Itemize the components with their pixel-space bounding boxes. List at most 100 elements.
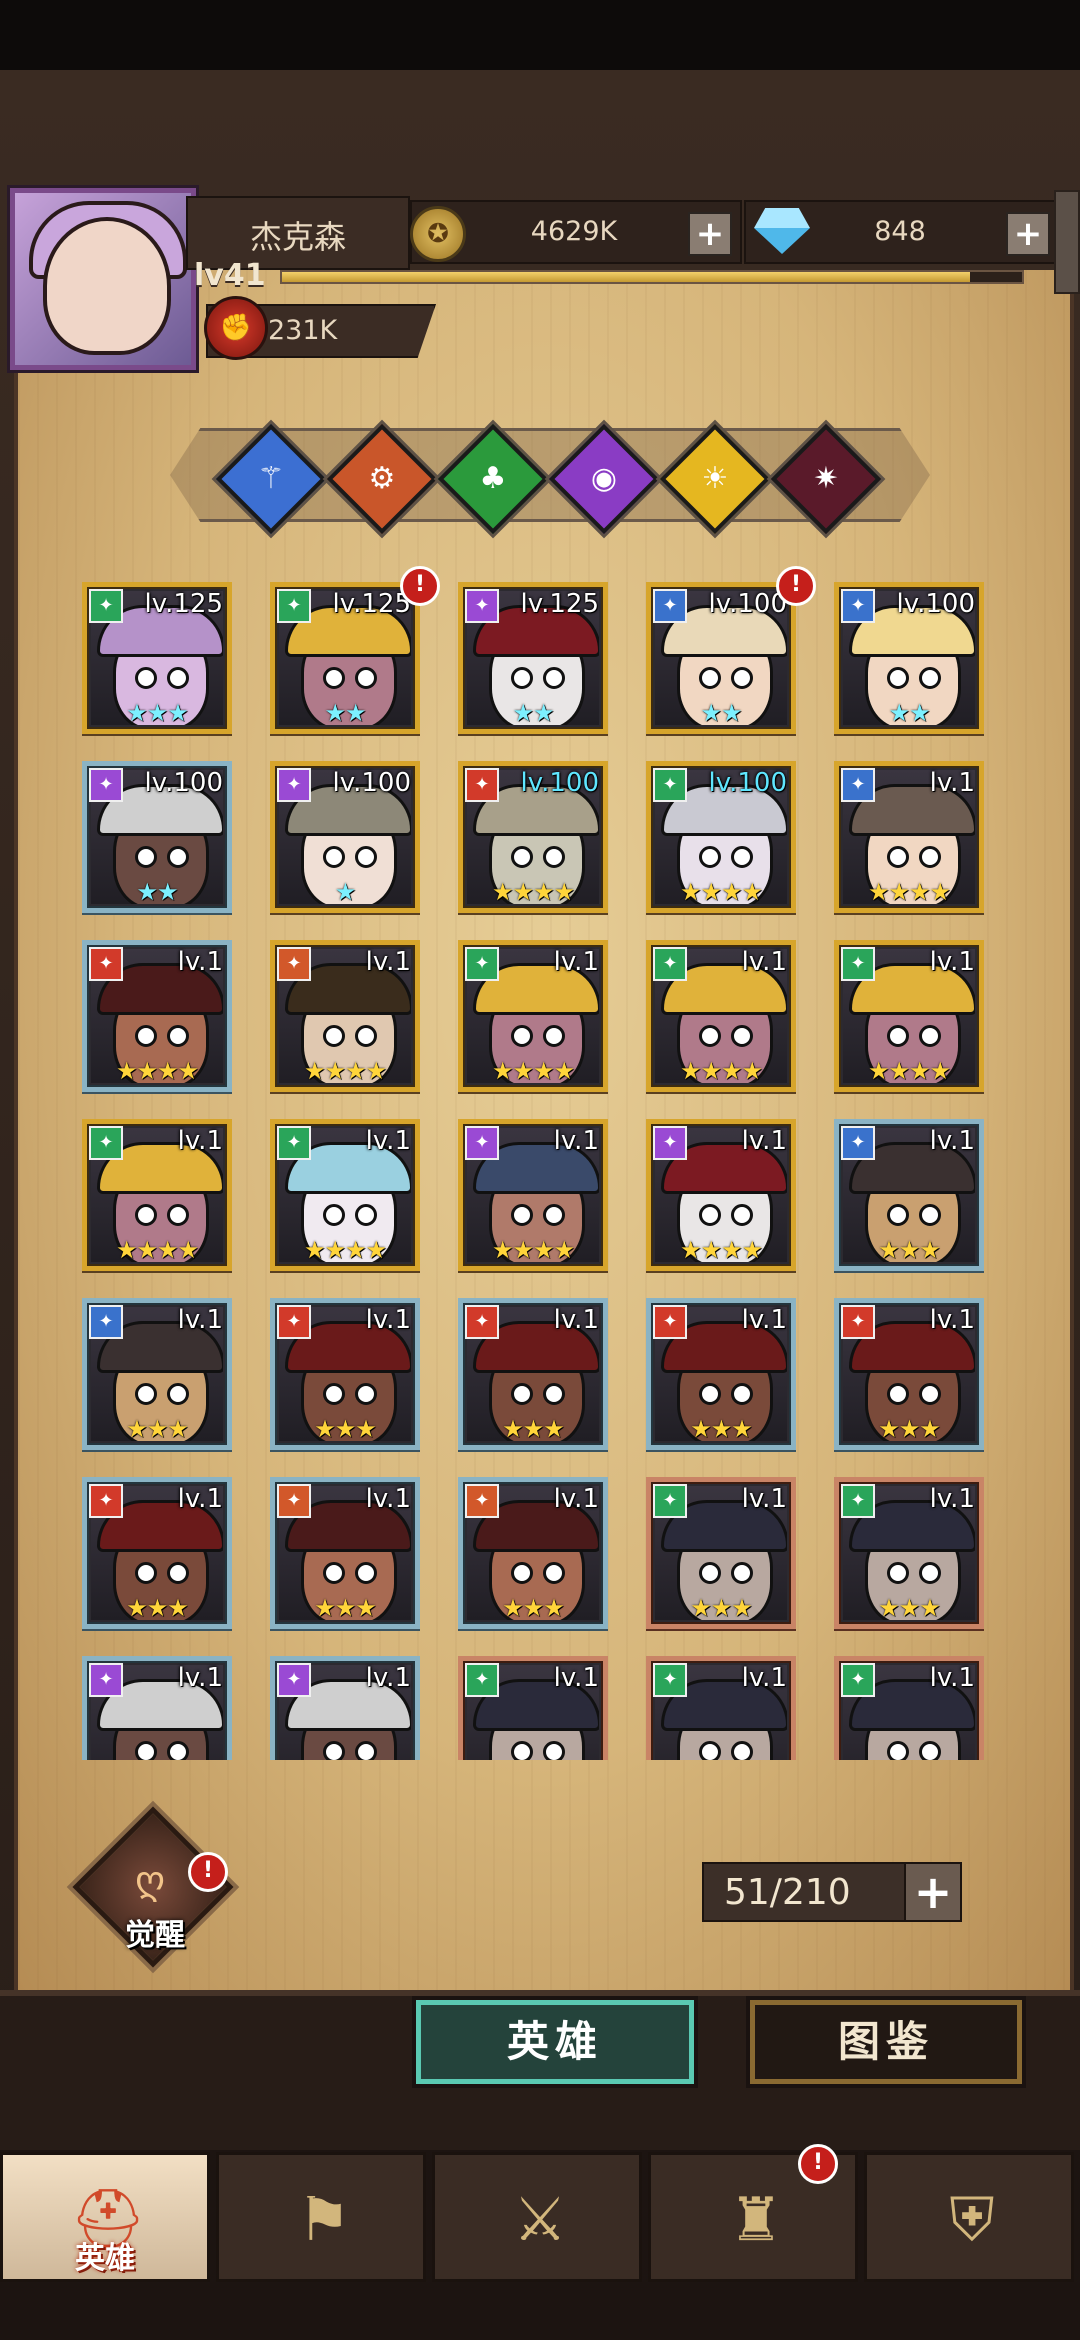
hero-stars: ★ [334, 878, 357, 906]
hero-class-icon: ✦ [841, 947, 875, 981]
hero-eye [511, 846, 533, 868]
tab-heroes[interactable]: 英雄 [416, 2000, 694, 2084]
hero-stars: ★★★★ [679, 1236, 763, 1264]
hero-card[interactable]: ✦ lv.1 ★★★ [270, 1477, 420, 1629]
add-gems-button[interactable]: + [1006, 212, 1050, 256]
hero-card[interactable]: ✦ lv.100 ★★ [834, 582, 984, 734]
hero-class-icon: ✦ [465, 1663, 499, 1697]
hero-card[interactable]: ✦ lv.1 [646, 1656, 796, 1760]
gold-coin-icon: ✪ [410, 206, 466, 262]
hero-level: lv.1 [177, 1484, 223, 1514]
hero-card[interactable]: ✦ lv.1 ★★★ [646, 1298, 796, 1450]
hero-level: lv.100 [520, 768, 599, 798]
hero-card[interactable]: ✦ lv.1 ★★★ [834, 1477, 984, 1629]
hero-class-icon: ✦ [841, 1126, 875, 1160]
hero-eye [699, 846, 721, 868]
nav-flag-wheel[interactable]: ⚑ [216, 2152, 426, 2282]
hero-class-icon: ✦ [465, 768, 499, 802]
hero-eye [887, 1741, 909, 1760]
hero-card[interactable]: ✦ lv.1 [82, 1656, 232, 1760]
tab-codex[interactable]: 图鉴 [750, 2000, 1022, 2084]
hero-stars: ★★ [888, 699, 930, 727]
hero-card[interactable]: ✦ lv.100 ★★ [646, 582, 796, 734]
hero-eye [543, 1741, 565, 1760]
hero-eye [543, 1383, 565, 1405]
hero-card[interactable]: ✦ lv.1 ★★★ [458, 1298, 608, 1450]
hero-card[interactable]: ✦ lv.1 ★★★ [834, 1119, 984, 1271]
hero-eye [135, 846, 157, 868]
hero-grid: ✦ lv.125 ★★★ ✦ lv.125 ★★ ✦ lv.125 ★★ ✦ lv.100 ★★ ✦ lv… [82, 582, 1002, 1760]
hero-card[interactable]: ✦ lv.1 [270, 1656, 420, 1760]
hero-card[interactable]: ✦ lv.1 ★★★ [646, 1477, 796, 1629]
hero-card[interactable]: ✦ lv.1 ★★★★ [646, 940, 796, 1092]
hero-eye [135, 1741, 157, 1760]
hero-eye [699, 1562, 721, 1584]
hero-card[interactable]: ✦ lv.1 ★★★★ [82, 1119, 232, 1271]
hero-card[interactable]: ✦ lv.1 ★★★★ [834, 761, 984, 913]
nav-alert-badge: ! [798, 2144, 838, 2184]
hero-class-icon: ✦ [465, 1484, 499, 1518]
hero-level: lv.1 [929, 1484, 975, 1514]
hero-card[interactable]: ✦ lv.1 ★★★★ [270, 940, 420, 1092]
hero-card[interactable]: ✦ lv.1 ★★★★ [458, 1119, 608, 1271]
hero-class-icon: ✦ [89, 589, 123, 623]
hero-class-icon: ✦ [841, 589, 875, 623]
hero-eye [543, 1204, 565, 1226]
hero-eye [919, 846, 941, 868]
add-gold-button[interactable]: + [688, 212, 732, 256]
hero-card[interactable]: ✦ lv.125 ★★ [458, 582, 608, 734]
hero-eye [887, 1383, 909, 1405]
hero-card[interactable]: ✦ lv.1 ★★★★ [270, 1119, 420, 1271]
hero-level: lv.1 [365, 1484, 411, 1514]
hero-card[interactable]: ✦ lv.1 ★★★ [458, 1477, 608, 1629]
hero-class-icon: ✦ [465, 947, 499, 981]
gem-value: 848 [874, 216, 926, 247]
hero-eye [323, 1204, 345, 1226]
player-avatar[interactable] [10, 188, 196, 370]
hero-eye [167, 667, 189, 689]
hero-class-icon: ✦ [89, 1484, 123, 1518]
hero-class-icon: ✦ [653, 589, 687, 623]
hero-card[interactable]: ✦ lv.1 ★★★★ [82, 940, 232, 1092]
hero-class-icon: ✦ [89, 768, 123, 802]
hero-eye [355, 1025, 377, 1047]
hero-card[interactable]: ✦ lv.100 ★ [270, 761, 420, 913]
hero-eye [887, 1025, 909, 1047]
hero-eye [919, 1204, 941, 1226]
hero-eye [731, 1741, 753, 1760]
nav-helmet[interactable]: ⛑ 英雄 [0, 2152, 210, 2282]
hero-card[interactable]: ✦ lv.1 ★★★ [82, 1298, 232, 1450]
hero-card[interactable]: ✦ lv.125 ★★ [270, 582, 420, 734]
gem-counter: 848 + [744, 200, 1060, 264]
hero-card[interactable]: ✦ lv.1 [834, 1656, 984, 1760]
hero-eye [135, 1383, 157, 1405]
expand-capacity-button[interactable]: + [904, 1864, 960, 1920]
hero-card[interactable]: ✦ lv.1 ★★★ [82, 1477, 232, 1629]
hero-count: 51/210 [724, 1872, 851, 1913]
hero-eye [731, 667, 753, 689]
hero-level: lv.1 [553, 1305, 599, 1335]
hero-card[interactable]: ✦ lv.1 [458, 1656, 608, 1760]
hero-eye [887, 846, 909, 868]
shadow-eye-icon-glyph: ◉ [590, 461, 618, 496]
nav-crossed-swords[interactable]: ⚔ [432, 2152, 642, 2282]
hero-stars: ★★★★ [115, 1057, 199, 1085]
castle-icon: ♜ [729, 2185, 783, 2255]
hero-card[interactable]: ✦ lv.100 ★★★★ [646, 761, 796, 913]
hero-card[interactable]: ✦ lv.100 ★★★★ [458, 761, 608, 913]
hero-eye [511, 667, 533, 689]
hero-card[interactable]: ✦ lv.1 ★★★★ [458, 940, 608, 1092]
avatar-face [43, 217, 171, 355]
hero-class-icon: ✦ [465, 1126, 499, 1160]
hero-card[interactable]: ✦ lv.1 ★★★★ [834, 940, 984, 1092]
hero-eye [511, 1741, 533, 1760]
nav-alliance-emblem[interactable]: ⛨ [864, 2152, 1074, 2282]
hero-card[interactable]: ✦ lv.125 ★★★ [82, 582, 232, 734]
side-pull-tab[interactable] [1054, 190, 1080, 294]
hero-card[interactable]: ✦ lv.1 ★★★ [270, 1298, 420, 1450]
hero-card[interactable]: ✦ lv.1 ★★★★ [646, 1119, 796, 1271]
hero-level: lv.1 [365, 947, 411, 977]
nav-label: 英雄 [75, 2241, 135, 2276]
hero-card[interactable]: ✦ lv.1 ★★★ [834, 1298, 984, 1450]
hero-card[interactable]: ✦ lv.100 ★★ [82, 761, 232, 913]
